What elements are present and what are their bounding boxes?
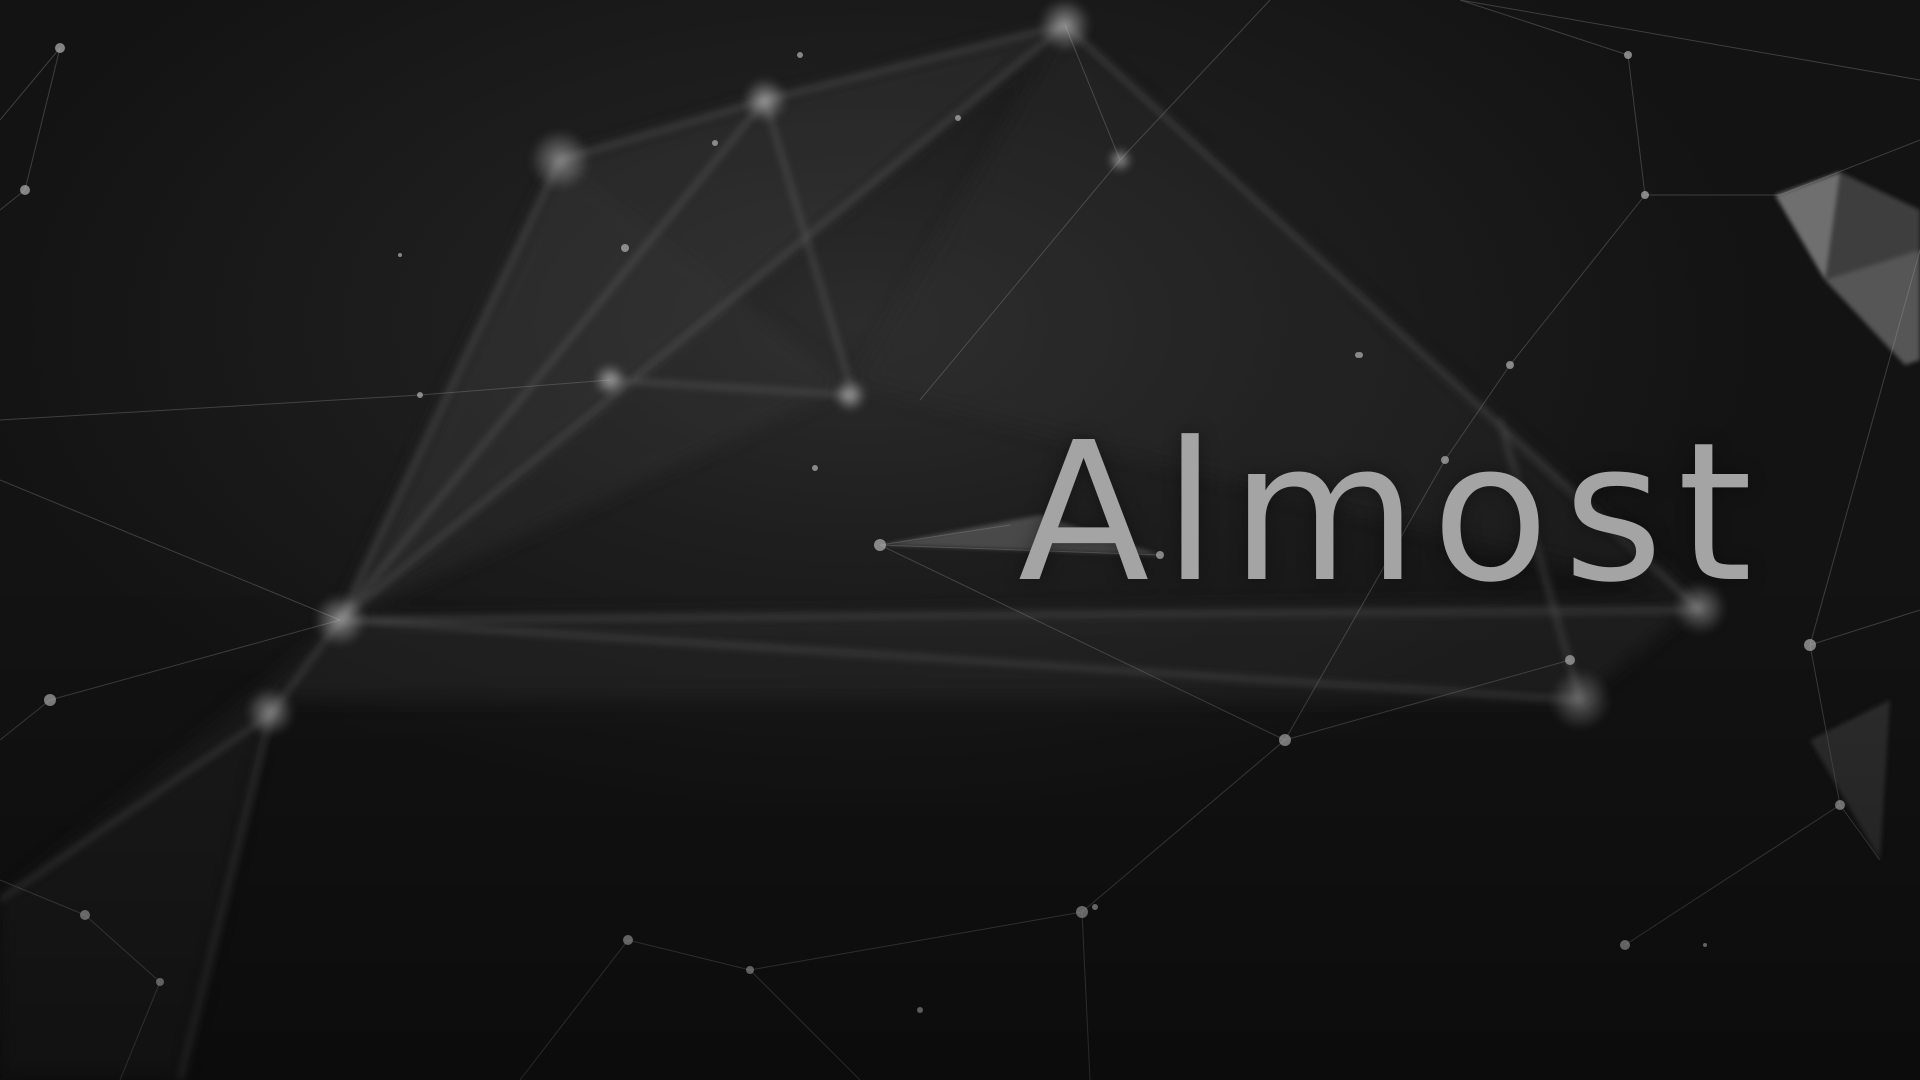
splash-screen: Almost [0, 0, 1920, 1080]
splash-headline: Almost [1018, 402, 1767, 625]
